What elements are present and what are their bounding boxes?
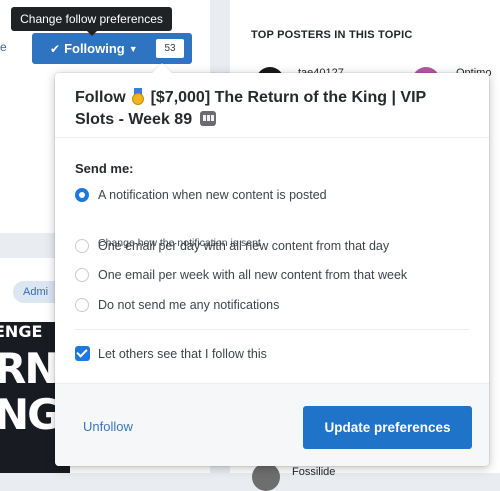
follower-count: 53 (156, 39, 184, 58)
radio[interactable] (75, 268, 89, 282)
banner-text: RN (0, 344, 59, 393)
unfollow-link[interactable]: Unfollow (83, 419, 133, 434)
banner-text: ENGE (0, 322, 43, 341)
radio[interactable] (75, 239, 89, 253)
following-button[interactable]: ✔ Following ▼ 53 (32, 33, 192, 64)
divider (55, 137, 489, 138)
title-prefix: Follow (75, 89, 126, 106)
poster-name[interactable]: Fossilide (292, 466, 335, 478)
option-daily-email[interactable]: One email per day with all new content f… (75, 239, 389, 253)
option-weekly-email[interactable]: One email per week with all new content … (75, 268, 407, 282)
check-icon: ✔ (50, 41, 61, 56)
popup-title: Follow [$7,000] The Return of the King |… (75, 87, 455, 131)
option-label: One email per week with all new content … (98, 268, 408, 282)
caret-down-icon: ▼ (128, 43, 138, 54)
option-no-notifications[interactable]: Do not send me any notifications (75, 298, 279, 312)
following-label: Following (64, 41, 125, 56)
banner-text: NG (0, 390, 62, 439)
show-follow-checkbox-row[interactable]: Let others see that I follow this (75, 346, 267, 361)
radio-selected[interactable] (75, 188, 89, 202)
medal-icon (131, 88, 145, 105)
checkbox-checked[interactable] (75, 346, 90, 361)
radio[interactable] (75, 298, 89, 312)
option-label: One email per day with all new content f… (98, 239, 390, 253)
edge-link[interactable]: e (0, 40, 7, 54)
divider (75, 329, 469, 330)
topic-title: [$7,000] The Return of the King | VIP Sl… (75, 89, 426, 128)
option-label: Do not send me any notifications (98, 298, 280, 312)
update-preferences-button[interactable]: Update preferences (303, 406, 472, 449)
option-notification[interactable]: A notification when new content is poste… (75, 188, 327, 202)
checkbox-label: Let others see that I follow this (98, 346, 267, 361)
follow-preferences-popup: Follow [$7,000] The Return of the King |… (55, 63, 489, 466)
top-posters-heading: TOP POSTERS IN THIS TOPIC (251, 29, 413, 41)
option-label: A notification when new content is poste… (98, 188, 327, 202)
slot-machine-icon (199, 111, 216, 126)
send-me-label: Send me: (75, 161, 134, 176)
popup-footer: Unfollow Update preferences (55, 383, 489, 466)
tooltip: Change follow preferences (11, 7, 172, 36)
avatar[interactable] (252, 463, 280, 491)
